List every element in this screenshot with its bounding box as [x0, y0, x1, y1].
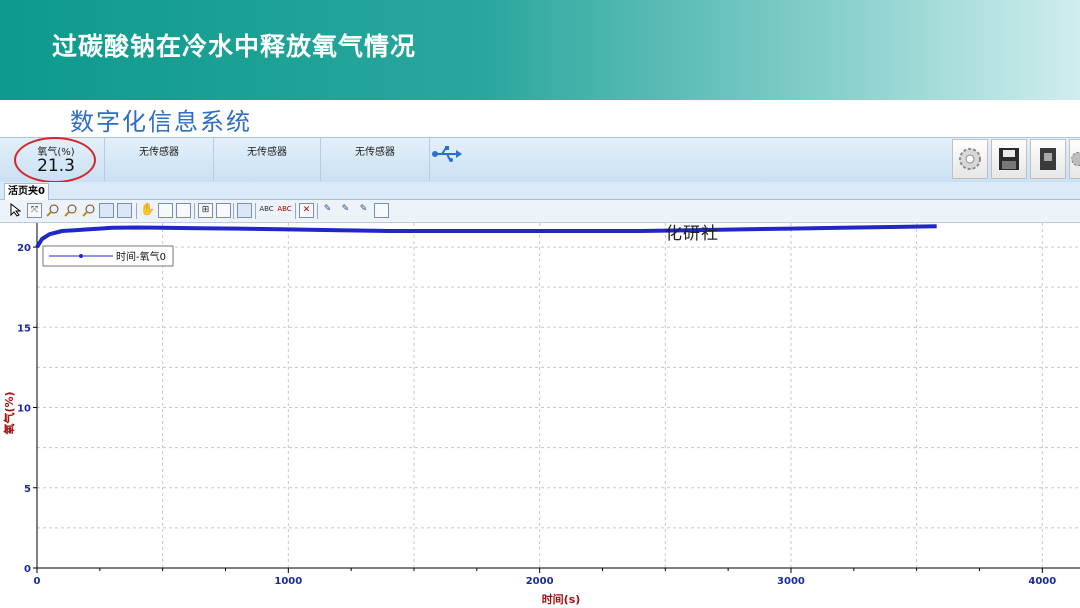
- delete-icon[interactable]: ✕: [299, 203, 314, 218]
- zoom-fit-icon[interactable]: ⤧: [27, 203, 42, 218]
- y-tick-label: 0: [24, 564, 31, 575]
- y-tick-label: 5: [24, 484, 31, 495]
- chart-series: [35, 224, 937, 249]
- table-icon[interactable]: [216, 203, 231, 218]
- y-tick-label: 10: [17, 404, 31, 415]
- y-axis-label: 氧气(%): [2, 391, 16, 435]
- slide-title: 过碳酸钠在冷水中释放氧气情况: [52, 32, 417, 61]
- chart-ticks: 0 1000 2000 3000 4000 0 5 10 15 20: [17, 243, 1056, 587]
- image-icon[interactable]: [374, 203, 389, 218]
- zoom-in-icon[interactable]: [45, 203, 60, 218]
- zoom-out-icon[interactable]: [63, 203, 78, 218]
- gear-icon: [1071, 151, 1080, 167]
- highlight-circle: [14, 137, 96, 183]
- chart-legend: 时间-氧气0: [42, 245, 174, 267]
- view-b-icon[interactable]: [117, 203, 132, 218]
- tab-strip: 活页夹0: [0, 182, 1080, 200]
- x-tick-label: 3000: [777, 576, 805, 587]
- chart-grid: [37, 223, 1080, 568]
- text-abc-delete-icon[interactable]: ABC: [277, 203, 292, 218]
- toolbar-separator: [233, 203, 234, 219]
- sensor-bar: 氧气(%) 21.3 无传感器 无传感器 无传感器: [0, 137, 1080, 184]
- text-abc-icon[interactable]: ABC: [259, 203, 274, 218]
- zoom-icon[interactable]: [81, 203, 96, 218]
- chart-axes: [36, 223, 1080, 569]
- v-ruler-icon[interactable]: [176, 203, 191, 218]
- oxygen-chart[interactable]: 0 1000 2000 3000 4000 0 5 10 15 20 时间-氧气0 时间(s) 氧…: [0, 223, 1080, 608]
- sensor-cell-empty-2[interactable]: 无传感器: [214, 138, 321, 181]
- x-tick-label: 2000: [526, 576, 554, 587]
- x-tick-label: 1000: [274, 576, 302, 587]
- ruler-icon[interactable]: [158, 203, 173, 218]
- x-tick-label: 4000: [1028, 576, 1056, 587]
- series-line-oxygen: [35, 224, 937, 249]
- sensor-name: 无传感器: [355, 147, 395, 158]
- tab-binder[interactable]: 活页夹0: [4, 183, 49, 200]
- chart-toolbar: ⤧ ✋ ⊞ ABC ABC ✕ ✎ ✎ ✎: [0, 200, 1080, 223]
- x-tick-label: 0: [34, 576, 41, 587]
- x-axis-label: 时间(s): [542, 592, 581, 606]
- hand-pan-icon[interactable]: ✋: [140, 203, 155, 218]
- pen-3-icon[interactable]: ✎: [356, 203, 371, 218]
- settings-gear-icon: [959, 148, 981, 170]
- pen-2-icon[interactable]: ✎: [338, 203, 353, 218]
- sensor-name: 无传感器: [247, 147, 287, 158]
- book-button[interactable]: [1030, 139, 1066, 179]
- y-tick-label: 15: [17, 323, 31, 334]
- view-a-icon[interactable]: [99, 203, 114, 218]
- usb-icon: [432, 146, 462, 162]
- save-button[interactable]: [991, 139, 1027, 179]
- settings-gear-button[interactable]: [952, 139, 988, 179]
- save-disk-icon: [999, 148, 1019, 170]
- y-tick-label: 20: [17, 243, 31, 254]
- gear-button[interactable]: [1069, 139, 1080, 179]
- sensor-cell-empty-3[interactable]: 无传感器: [321, 138, 430, 181]
- legend-marker: [79, 254, 83, 258]
- save-icon[interactable]: [237, 203, 252, 218]
- toolbar-separator: [136, 203, 137, 219]
- app-header-title: 数字化信息系统: [70, 108, 252, 136]
- toolbar-separator: [194, 203, 195, 219]
- pen-1-icon[interactable]: ✎: [320, 203, 335, 218]
- toolbar-separator: [317, 203, 318, 219]
- pointer-icon[interactable]: [7, 202, 22, 218]
- book-icon: [1040, 148, 1056, 170]
- watermark-text: 化研社: [665, 224, 719, 244]
- slide-banner: 过碳酸钠在冷水中释放氧气情况: [0, 0, 1080, 100]
- toolbar-separator: [295, 203, 296, 219]
- legend-label: 时间-氧气0: [116, 250, 166, 263]
- grid-icon[interactable]: ⊞: [198, 203, 213, 218]
- toolbar-separator: [255, 203, 256, 219]
- sensor-name: 无传感器: [139, 147, 179, 158]
- sensor-cell-empty-1[interactable]: 无传感器: [105, 138, 214, 181]
